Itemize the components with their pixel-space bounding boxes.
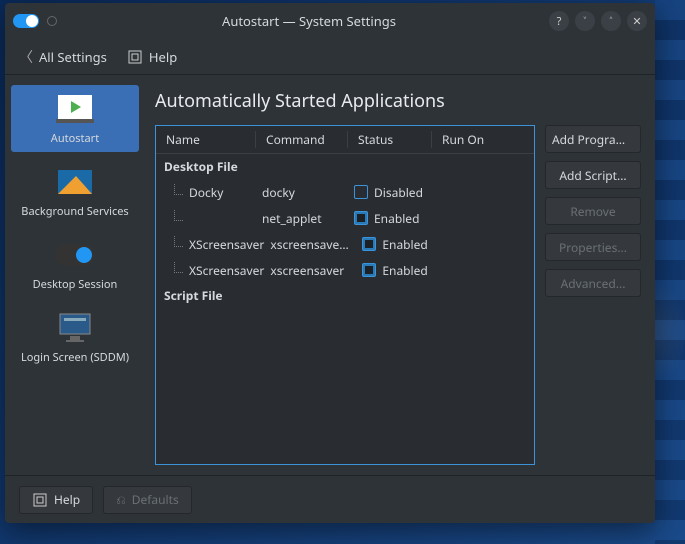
- column-name[interactable]: Name: [156, 131, 256, 148]
- pin-icon[interactable]: [47, 16, 57, 26]
- table-row[interactable]: Docky docky Disabled: [156, 179, 534, 205]
- restore-icon: ⎌: [116, 491, 126, 508]
- login-screen-icon: [54, 310, 96, 346]
- nav-help-label: Help: [149, 48, 177, 66]
- nav-help-button[interactable]: Help: [127, 48, 177, 66]
- autostart-icon: [54, 91, 96, 127]
- help-label: Help: [54, 491, 80, 508]
- window-title: Autostart — System Settings: [69, 12, 549, 30]
- main-panel: Automatically Started Applications Name …: [145, 75, 655, 475]
- column-run-on[interactable]: Run On: [432, 131, 534, 148]
- table-row[interactable]: XScreensaver xscreensaver Enabled: [156, 257, 534, 283]
- all-settings-label: All Settings: [39, 48, 107, 66]
- autostart-table[interactable]: Name Command Status Run On Desktop File …: [155, 125, 535, 465]
- column-status[interactable]: Status: [348, 131, 432, 148]
- compositor-toggle[interactable]: [13, 14, 39, 28]
- defaults-button: ⎌ Defaults: [103, 486, 192, 514]
- sidebar: Autostart Background Services Desktop Se…: [5, 75, 145, 475]
- page-title: Automatically Started Applications: [155, 89, 641, 113]
- sidebar-item-label: Login Screen (SDDM): [21, 350, 129, 365]
- sidebar-item-background-services[interactable]: Background Services: [11, 158, 139, 225]
- table-row[interactable]: XScreensaver xscreensaver ... Enabled: [156, 231, 534, 257]
- sidebar-item-autostart[interactable]: Autostart: [11, 85, 139, 152]
- row-command: xscreensaver ...: [264, 236, 356, 253]
- footer: Help ⎌ Defaults: [5, 475, 655, 523]
- help-titlebar-button[interactable]: ?: [549, 11, 569, 31]
- sidebar-item-label: Background Services: [21, 204, 128, 219]
- row-name: XScreensaver: [156, 262, 264, 279]
- navbar: 〈 All Settings Help: [5, 39, 655, 75]
- close-button[interactable]: ✕: [627, 11, 647, 31]
- help-button[interactable]: Help: [19, 486, 93, 514]
- row-name: Docky: [156, 184, 256, 201]
- desktop-session-icon: [54, 237, 96, 273]
- row-status: Enabled: [382, 262, 427, 279]
- section-desktop-file[interactable]: Desktop File: [156, 154, 534, 179]
- section-script-file[interactable]: Script File: [156, 283, 534, 308]
- sidebar-item-label: Desktop Session: [33, 277, 118, 292]
- add-script-button[interactable]: Add Script...: [545, 161, 641, 189]
- chevron-left-icon: 〈: [19, 47, 33, 67]
- row-command: docky: [256, 184, 348, 201]
- sidebar-item-label: Autostart: [51, 131, 99, 146]
- titlebar: Autostart — System Settings ? ˅ ˄ ✕: [5, 3, 655, 39]
- column-command[interactable]: Command: [256, 131, 348, 148]
- defaults-label: Defaults: [132, 491, 179, 508]
- row-command: net_applet: [256, 210, 348, 227]
- add-program-button[interactable]: Add Program...: [545, 125, 641, 153]
- row-name: [156, 216, 256, 221]
- configure-icon: [32, 492, 48, 508]
- table-row[interactable]: net_applet Enabled: [156, 205, 534, 231]
- maximize-button[interactable]: ˄: [601, 11, 621, 31]
- remove-button: Remove: [545, 197, 641, 225]
- sidebar-item-desktop-session[interactable]: Desktop Session: [11, 231, 139, 298]
- row-name: XScreensaver: [156, 236, 264, 253]
- properties-button: Properties...: [545, 233, 641, 261]
- background-services-icon: [54, 164, 96, 200]
- advanced-button: Advanced...: [545, 269, 641, 297]
- settings-window: Autostart — System Settings ? ˅ ˄ ✕ 〈 Al…: [5, 3, 655, 523]
- row-status: Disabled: [374, 184, 423, 201]
- status-checkbox[interactable]: [354, 185, 368, 199]
- minimize-button[interactable]: ˅: [575, 11, 595, 31]
- status-checkbox[interactable]: [354, 211, 368, 225]
- status-checkbox[interactable]: [362, 237, 376, 251]
- row-command: xscreensaver: [264, 262, 356, 279]
- status-checkbox[interactable]: [362, 263, 376, 277]
- row-status: Enabled: [374, 210, 419, 227]
- configure-icon: [127, 49, 143, 65]
- all-settings-button[interactable]: 〈 All Settings: [19, 47, 107, 67]
- sidebar-item-login-screen[interactable]: Login Screen (SDDM): [11, 304, 139, 371]
- row-status: Enabled: [382, 236, 427, 253]
- table-header: Name Command Status Run On: [156, 126, 534, 154]
- action-buttons: Add Program... Add Script... Remove Prop…: [545, 125, 641, 465]
